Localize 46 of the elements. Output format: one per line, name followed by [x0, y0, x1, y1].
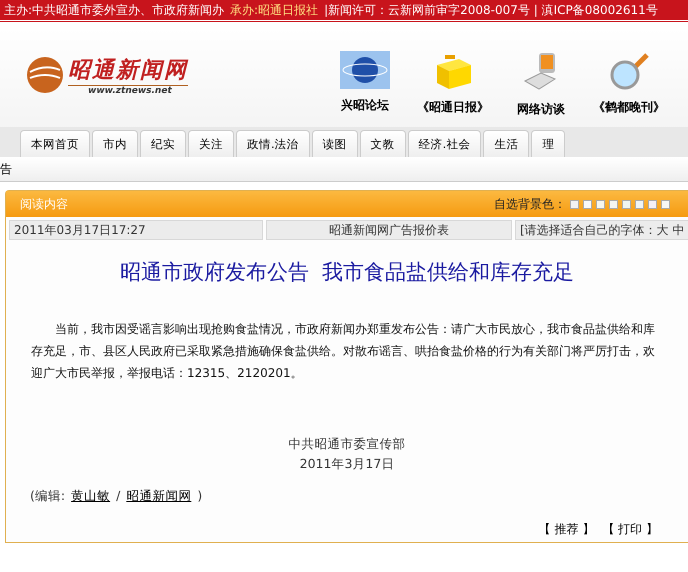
ad-link[interactable]: 昭通新闻网广告报价表: [266, 220, 512, 240]
color-swatch[interactable]: [622, 200, 631, 208]
logo-url: www.ztnews.net: [87, 86, 173, 96]
close-paren: ): [197, 488, 202, 505]
editor-label: (编辑:: [30, 488, 66, 505]
signature: 中共昭通市委宣传部: [288, 435, 406, 453]
color-swatch[interactable]: [635, 200, 644, 208]
color-swatch[interactable]: [661, 200, 670, 208]
source-link[interactable]: 昭通新闻网: [126, 488, 192, 505]
color-swatch[interactable]: [583, 200, 592, 208]
nav-tab[interactable]: 生活: [483, 130, 530, 157]
separator-text: /: [116, 488, 120, 505]
shortcut-link[interactable]: 《昭通日报》: [417, 98, 489, 116]
editor-link[interactable]: 黄山敏: [71, 488, 110, 505]
nav-tab[interactable]: 经济.社会: [408, 130, 482, 157]
logo-icon: [26, 56, 64, 94]
background-label: 自选背景色：: [494, 196, 566, 212]
license-text: |新闻许可：云新网前审字2008-007号 | 滇ICP备08002611号: [324, 2, 658, 18]
publish-date: 2011年03月17日17:27: [9, 220, 263, 240]
color-swatch[interactable]: [570, 200, 579, 208]
nav-tab[interactable]: 本网首页: [20, 130, 90, 157]
host-text: 主办:中共昭通市委外宣办、市政府新闻办: [4, 2, 224, 18]
nav-tab[interactable]: 理: [531, 130, 566, 157]
nav-tab[interactable]: 关注: [188, 130, 234, 157]
nav-tab[interactable]: 纪实: [140, 130, 186, 157]
logo-title[interactable]: 昭通新闻网: [68, 54, 188, 86]
globe-icon[interactable]: [340, 50, 390, 88]
nav-tab[interactable]: 读图: [312, 130, 358, 157]
font-size-prompt[interactable]: [请选择适合自己的字体：大 中: [515, 220, 688, 240]
color-swatch[interactable]: [609, 200, 618, 208]
color-swatch[interactable]: [648, 200, 657, 208]
ticker-text: 告: [0, 160, 12, 178]
action-link[interactable]: 【 打印 】: [602, 521, 658, 538]
article-headline: 昭通市政府发布公告 我市食品盐供给和库存充足: [118, 259, 576, 286]
shortcut-link[interactable]: 网络访谈: [517, 100, 565, 118]
shortcut-link[interactable]: 兴昭论坛: [341, 96, 389, 114]
article-body: 当前，我市因受谣言影响出现抢购食盐情况，市政府新闻办郑重发布公告：请广大市民放心，我市食品盐供给和库存充足，市、县区人民政府已采取紧急措施确保食盐供给。对散布谣言、哄抬食盐价格的行为有关部门将严厉打击，欢迎广大市民举报，举报电话：12315、2120201。: [31, 321, 656, 382]
signature-date: 2011年3月17日: [298, 455, 396, 473]
action-link[interactable]: 【 推荐 】: [538, 521, 594, 538]
organizer-text: 承办:昭通日报社: [230, 2, 318, 18]
shortcut-link[interactable]: 《鹤都晚刊》: [593, 98, 665, 116]
nav-tab[interactable]: 政情.法治: [236, 130, 310, 157]
nav-tab[interactable]: 文教: [360, 130, 406, 157]
color-swatch[interactable]: [596, 200, 605, 208]
panel-title: 阅读内容: [20, 196, 68, 212]
nav-tab[interactable]: 市内: [92, 130, 138, 157]
